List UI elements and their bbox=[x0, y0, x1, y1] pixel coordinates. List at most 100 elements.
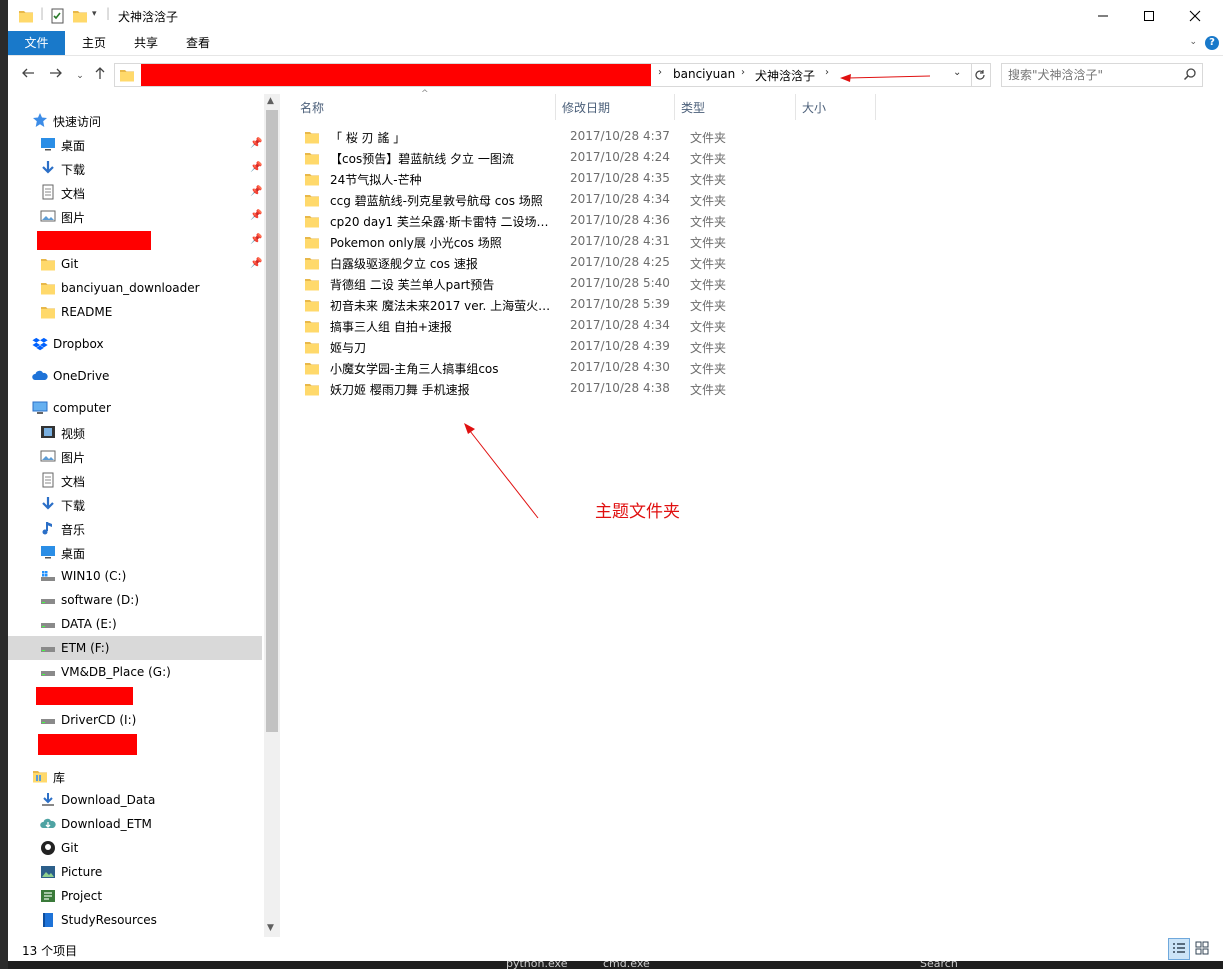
tab-home[interactable]: 主页 bbox=[72, 31, 116, 55]
up-button[interactable] bbox=[90, 66, 110, 84]
search-box[interactable] bbox=[1001, 63, 1203, 87]
file-row[interactable]: 姬与刀 2017/10/28 4:39 文件夹 bbox=[302, 336, 822, 357]
breadcrumb-separator-icon[interactable]: › bbox=[741, 67, 745, 78]
nav-lib-studyresources[interactable]: StudyResources bbox=[8, 908, 262, 932]
tab-share[interactable]: 共享 bbox=[124, 31, 168, 55]
nav-drive-c[interactable]: WIN10 (C:) bbox=[8, 564, 262, 588]
nav-scrollbar-thumb[interactable] bbox=[266, 110, 278, 732]
nav-drive-f[interactable]: ETM (F:) bbox=[8, 636, 262, 660]
pin-icon[interactable]: 📌 bbox=[250, 162, 262, 173]
breadcrumb-separator-icon[interactable]: › bbox=[825, 67, 829, 78]
column-divider[interactable] bbox=[795, 94, 796, 120]
maximize-button[interactable] bbox=[1126, 0, 1172, 31]
file-row[interactable]: ccg 碧蓝航线-列克星敦号航母 cos 场照 2017/10/28 4:34 文件… bbox=[302, 189, 822, 210]
nav-drive-g[interactable]: VM&DB_Place (G:) bbox=[8, 660, 262, 684]
nav-scrollbar[interactable]: ▲ ▼ bbox=[264, 94, 280, 937]
file-row[interactable]: 白露级驱逐舰夕立 cos 速报 2017/10/28 4:25 文件夹 bbox=[302, 252, 822, 273]
tab-view[interactable]: 查看 bbox=[176, 31, 220, 55]
taskbar-item[interactable]: python.exe bbox=[506, 961, 568, 969]
column-divider[interactable] bbox=[875, 94, 876, 120]
file-row[interactable]: 小魔女学园-主角三人搞事组cos 2017/10/28 4:30 文件夹 bbox=[302, 357, 822, 378]
close-button[interactable] bbox=[1172, 0, 1218, 31]
nav-lib-git[interactable]: Git bbox=[8, 836, 262, 860]
recent-locations-chevron-icon[interactable]: ⌄ bbox=[70, 67, 90, 85]
nav-quick-access[interactable]: 快速访问 bbox=[8, 108, 262, 132]
taskbar-search[interactable]: Search bbox=[920, 961, 958, 969]
minimize-button[interactable] bbox=[1080, 0, 1126, 31]
file-row[interactable]: 妖刀姬 樱雨刀舞 手机速报 2017/10/28 4:38 文件夹 bbox=[302, 378, 822, 399]
scroll-down-icon[interactable]: ▼ bbox=[267, 923, 274, 933]
file-row[interactable]: Pokemon only展 小光cos 场照 2017/10/28 4:31 文件夹 bbox=[302, 231, 822, 252]
column-modified[interactable]: 修改日期 bbox=[562, 99, 610, 116]
file-row[interactable]: 背德组 二设 芙兰单人part预告 2017/10/28 5:40 文件夹 bbox=[302, 273, 822, 294]
nav-computer[interactable]: computer bbox=[8, 396, 262, 420]
refresh-button[interactable] bbox=[970, 63, 991, 87]
column-name[interactable]: 名称 bbox=[300, 99, 324, 116]
file-row[interactable]: 搞事三人组 自拍+速报 2017/10/28 4:34 文件夹 bbox=[302, 315, 822, 336]
back-button[interactable] bbox=[18, 66, 38, 84]
file-row[interactable]: 24节气拟人-芒种 2017/10/28 4:35 文件夹 bbox=[302, 168, 822, 189]
breadcrumb-banciyuan[interactable]: banciyuan bbox=[673, 67, 735, 81]
nav-redacted-drive[interactable] bbox=[8, 684, 262, 708]
nav-drive-e[interactable]: DATA (E:) bbox=[8, 612, 262, 636]
nav-documents[interactable]: 文档 📌 bbox=[8, 180, 262, 204]
nav-redacted-item[interactable]: 📌 bbox=[8, 228, 262, 252]
breadcrumb-current[interactable]: 犬神浛浛子 bbox=[755, 67, 815, 84]
pin-icon[interactable]: 📌 bbox=[250, 186, 262, 197]
nav-banciyuan-downloader[interactable]: banciyuan_downloader bbox=[8, 276, 262, 300]
scroll-up-icon[interactable]: ▲ bbox=[267, 96, 274, 106]
properties-icon[interactable] bbox=[50, 8, 66, 27]
nav-dropbox[interactable]: Dropbox bbox=[8, 332, 262, 356]
tab-file[interactable]: 文件 bbox=[8, 31, 65, 55]
forward-button[interactable] bbox=[46, 66, 66, 84]
search-icon[interactable] bbox=[1183, 67, 1197, 84]
nav-drive-i[interactable]: DriverCD (I:) bbox=[8, 708, 262, 732]
file-row[interactable]: cp20 day1 芙兰朵露·斯卡雷特 二设场照... 2017/10/28 4:… bbox=[302, 210, 822, 231]
address-bar[interactable]: › banciyuan › 犬神浛浛子 › ⌄ bbox=[114, 63, 972, 87]
nav-library[interactable]: 库 bbox=[8, 764, 262, 788]
title-bar[interactable]: | ▾ | 犬神浛浛子 bbox=[8, 0, 1223, 31]
nav-pictures-2[interactable]: 图片 bbox=[8, 444, 262, 468]
address-dropdown-chevron-icon[interactable]: ⌄ bbox=[953, 67, 961, 78]
large-icons-view-button[interactable] bbox=[1192, 938, 1212, 958]
nav-onedrive[interactable]: OneDrive bbox=[8, 364, 262, 388]
nav-drive-d[interactable]: software (D:) bbox=[8, 588, 262, 612]
nav-git[interactable]: Git 📌 bbox=[8, 252, 262, 276]
column-divider[interactable] bbox=[674, 94, 675, 120]
column-divider[interactable] bbox=[555, 94, 556, 120]
nav-readme[interactable]: README bbox=[8, 300, 262, 324]
file-row[interactable]: 初音未来 魔法未来2017 ver. 上海萤火虫... 2017/10/28 5:… bbox=[302, 294, 822, 315]
nav-pictures[interactable]: 图片 📌 bbox=[8, 204, 262, 228]
pin-icon[interactable]: 📌 bbox=[250, 234, 262, 245]
nav-desktop[interactable]: 桌面 📌 bbox=[8, 132, 262, 156]
new-folder-icon[interactable] bbox=[72, 8, 88, 27]
pin-icon[interactable]: 📌 bbox=[250, 210, 262, 221]
help-icon[interactable]: ? bbox=[1205, 36, 1219, 50]
nav-desktop-2[interactable]: 桌面 bbox=[8, 540, 262, 564]
nav-documents-2[interactable]: 文档 bbox=[8, 468, 262, 492]
pin-icon[interactable]: 📌 bbox=[250, 138, 262, 149]
nav-redacted-drive-2[interactable] bbox=[8, 732, 262, 756]
nav-lib-download-etm[interactable]: Download_ETM bbox=[8, 812, 262, 836]
column-type[interactable]: 类型 bbox=[681, 99, 705, 116]
nav-downloads-2[interactable]: 下载 bbox=[8, 492, 262, 516]
nav-label: WIN10 (C:) bbox=[61, 569, 127, 583]
breadcrumb-separator-icon[interactable]: › bbox=[658, 67, 662, 78]
pin-icon[interactable]: 📌 bbox=[250, 258, 262, 269]
customize-toolbar-chevron-icon[interactable]: ▾ bbox=[92, 9, 97, 19]
file-row[interactable]: 「 桜 刃 謠 」 2017/10/28 4:37 文件夹 bbox=[302, 126, 822, 147]
file-row[interactable]: 【cos预告】碧蓝航线 夕立 一图流 2017/10/28 4:24 文件夹 bbox=[302, 147, 822, 168]
nav-videos[interactable]: 视频 bbox=[8, 420, 262, 444]
nav-lib-picture[interactable]: Picture bbox=[8, 860, 262, 884]
nav-lib-project[interactable]: Project bbox=[8, 884, 262, 908]
search-input[interactable] bbox=[1008, 66, 1178, 84]
taskbar-item[interactable]: cmd.exe bbox=[603, 961, 650, 969]
expand-ribbon-chevron-icon[interactable]: ⌄ bbox=[1189, 37, 1197, 47]
nav-music[interactable]: 音乐 bbox=[8, 516, 262, 540]
nav-lib-download-data[interactable]: Download_Data bbox=[8, 788, 262, 812]
column-size[interactable]: 大小 bbox=[802, 99, 826, 116]
file-name: 妖刀姬 樱雨刀舞 手机速报 bbox=[330, 383, 470, 397]
details-view-button[interactable] bbox=[1168, 938, 1190, 960]
nav-downloads[interactable]: 下载 📌 bbox=[8, 156, 262, 180]
nav-label: 文档 bbox=[61, 187, 86, 201]
